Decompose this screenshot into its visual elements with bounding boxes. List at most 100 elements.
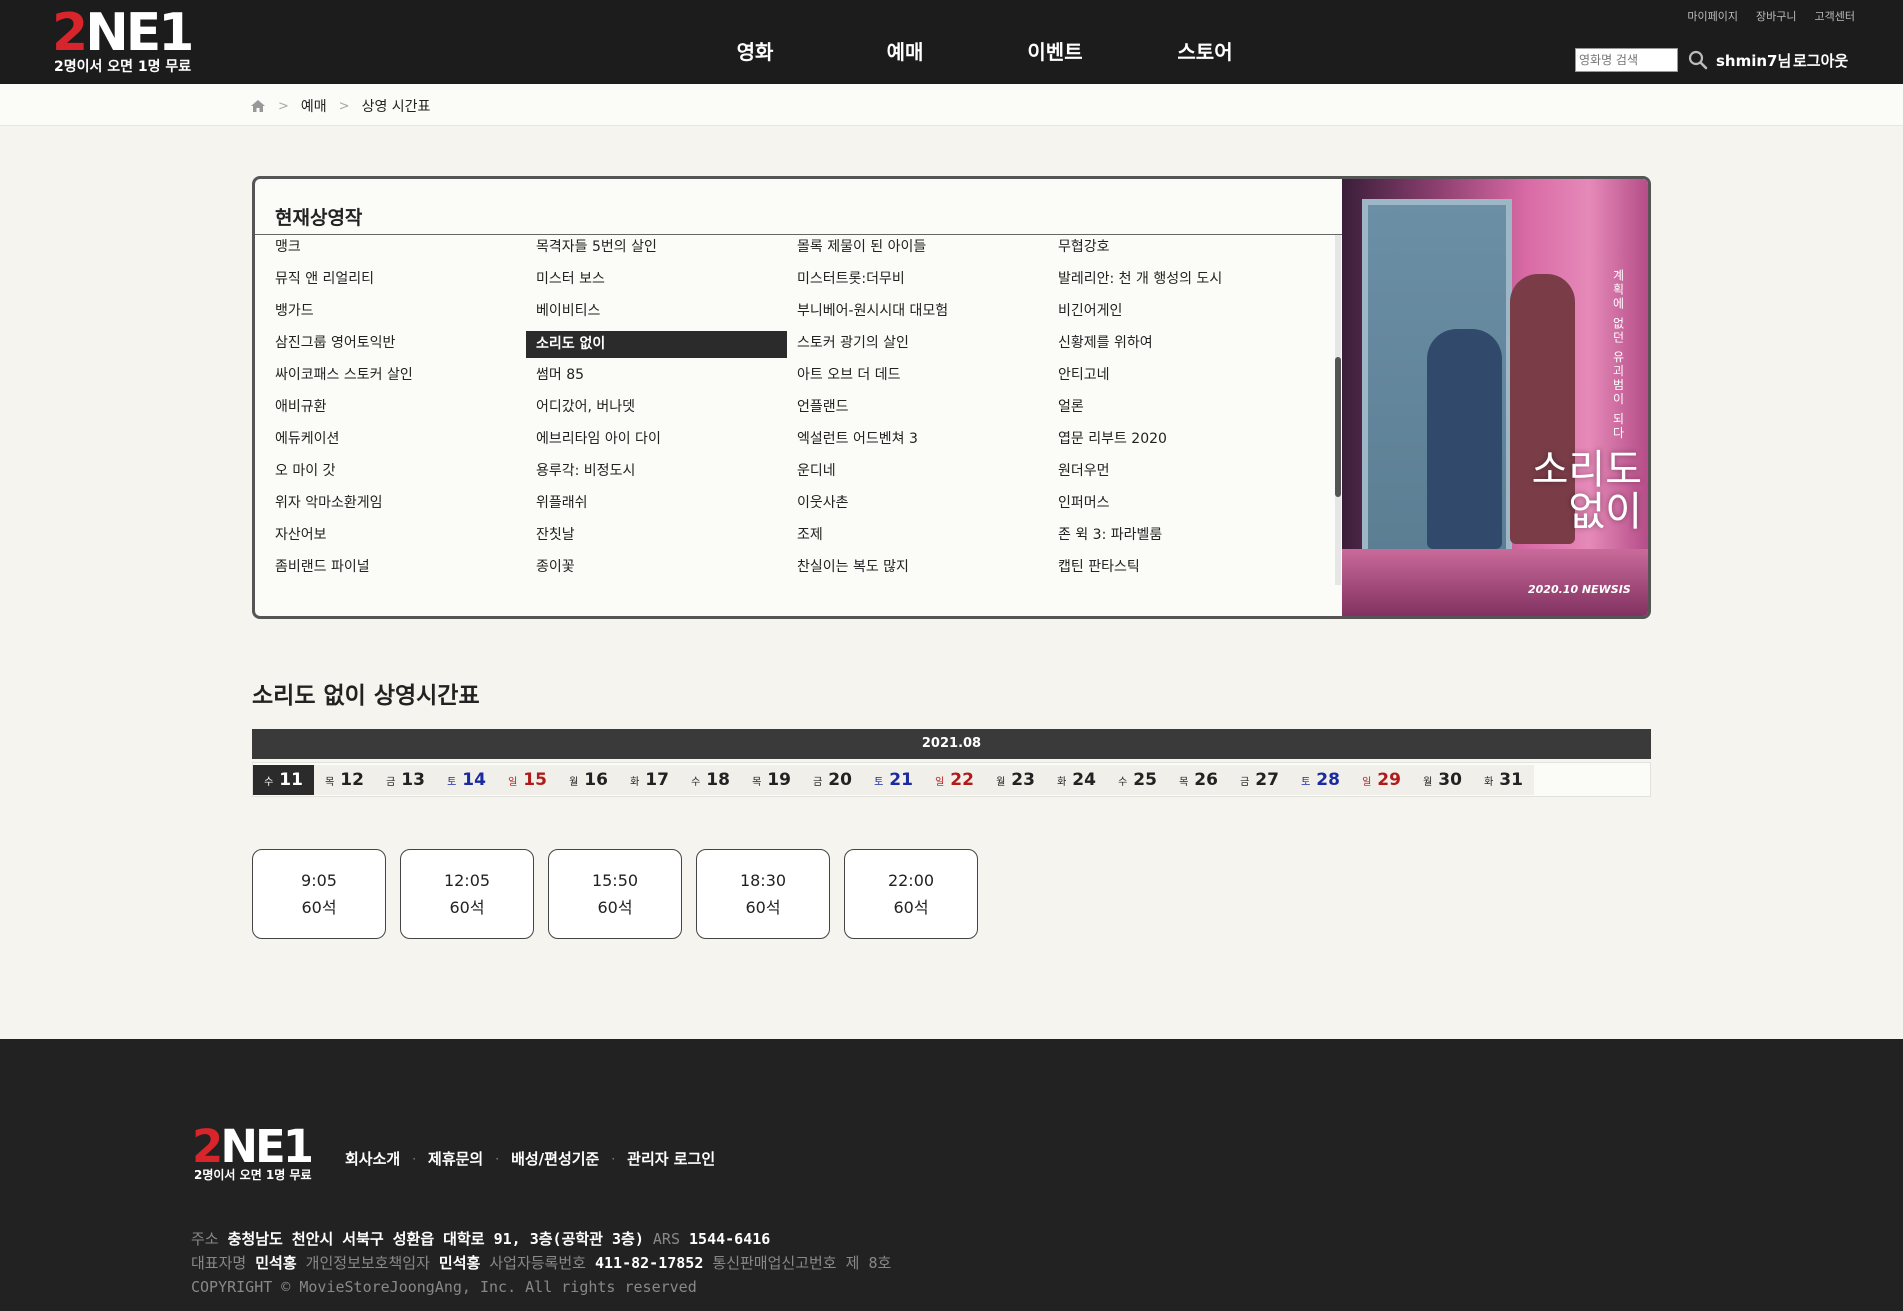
- scrollbar-thumb[interactable]: [1335, 357, 1341, 497]
- nav-item-movie[interactable]: 영화: [680, 36, 830, 65]
- date-cell[interactable]: 금 27: [1229, 765, 1290, 795]
- date-cell[interactable]: 목 26: [1168, 765, 1229, 795]
- movie-list-item[interactable]: 엽문 리부트 2020: [1058, 425, 1319, 457]
- date-cell[interactable]: 수 25: [1107, 765, 1168, 795]
- movie-list-item[interactable]: 몰록 제물이 된 아이들: [797, 235, 1058, 265]
- nav-item-event[interactable]: 이벤트: [980, 36, 1130, 65]
- showtime-button[interactable]: 9:05 60석: [252, 849, 386, 939]
- movie-list-item[interactable]: 삼진그룹 영어토익반: [275, 329, 536, 361]
- movie-list-item[interactable]: 뱅가드: [275, 297, 536, 329]
- movie-list-item[interactable]: 싸이코패스 스토커 살인: [275, 361, 536, 393]
- date-weekday: 일: [508, 776, 518, 788]
- movie-list-item[interactable]: 소리도 없이: [526, 331, 787, 358]
- site-logo[interactable]: 2NE1 2명이서 오면 1명 무료: [52, 6, 202, 76]
- movie-list-item[interactable]: 오 마이 갓: [275, 457, 536, 489]
- date-cell[interactable]: 목 19: [741, 765, 802, 795]
- date-day: 31: [1499, 770, 1523, 790]
- cart-link[interactable]: 장바구니: [1756, 8, 1796, 24]
- date-cell[interactable]: 토 21: [863, 765, 924, 795]
- movie-list-item[interactable]: 위자 악마소환게임: [275, 489, 536, 521]
- movie-list-item[interactable]: 잔칫날: [536, 521, 797, 553]
- movie-list-item[interactable]: 엑설런트 어드벤쳐 3: [797, 425, 1058, 457]
- search-icon[interactable]: [1688, 50, 1708, 70]
- date-cell[interactable]: 화 31: [1473, 765, 1534, 795]
- date-cell[interactable]: 화 17: [619, 765, 680, 795]
- date-cell[interactable]: 일 15: [497, 765, 558, 795]
- movie-list-item[interactable]: 캡틴 판타스틱: [1058, 553, 1319, 585]
- showtime-seats: 60석: [597, 897, 633, 917]
- movie-list-item[interactable]: 좀비랜드 파이널: [275, 553, 536, 585]
- footer-ars: 1544-6416: [689, 1230, 771, 1248]
- footer-link-partnership[interactable]: 제휴문의: [428, 1148, 483, 1169]
- date-day: 21: [889, 770, 913, 790]
- movie-list-item[interactable]: 자산어보: [275, 521, 536, 553]
- movie-list-item[interactable]: 미스터 보스: [536, 265, 797, 297]
- movie-list-item[interactable]: 뮤직 앤 리얼리티: [275, 265, 536, 297]
- logout-button[interactable]: 로그아웃: [1793, 50, 1848, 71]
- movie-list-item[interactable]: 썸머 85: [536, 361, 797, 393]
- movie-list-item[interactable]: 목격자들 5번의 살인: [536, 235, 797, 265]
- movie-list-item[interactable]: 찬실이는 복도 많지: [797, 553, 1058, 585]
- movie-list-item[interactable]: 인퍼머스: [1058, 489, 1319, 521]
- utility-links: 마이페이지 장바구니 고객센터: [1687, 8, 1855, 24]
- showtime-time: 9:05: [301, 870, 337, 890]
- movie-list-item[interactable]: 신황제를 위하여: [1058, 329, 1319, 361]
- movie-list-item[interactable]: 에브리타임 아이 다이: [536, 425, 797, 457]
- movie-list-scrollbar[interactable]: [1335, 235, 1341, 585]
- movie-list-item[interactable]: 어디갔어, 버나뎃: [536, 393, 797, 425]
- home-icon[interactable]: [250, 99, 266, 113]
- movie-list-item[interactable]: 비긴어게인: [1058, 297, 1319, 329]
- footer-link-policy[interactable]: 배성/편성기준: [511, 1148, 599, 1169]
- movie-list-item[interactable]: 원더우먼: [1058, 457, 1319, 489]
- date-cell[interactable]: 금 20: [802, 765, 863, 795]
- movie-list-item[interactable]: 위플래쉬: [536, 489, 797, 521]
- date-cell[interactable]: 토 28: [1290, 765, 1351, 795]
- date-day: 26: [1194, 770, 1218, 790]
- movie-list-item[interactable]: 발레리안: 천 개 행성의 도시: [1058, 265, 1319, 297]
- date-cell[interactable]: 수 18: [680, 765, 741, 795]
- breadcrumb-item-booking[interactable]: 예매: [301, 96, 327, 116]
- showtime-button[interactable]: 12:05 60석: [400, 849, 534, 939]
- movie-list-item[interactable]: 얼론: [1058, 393, 1319, 425]
- movie-list-item[interactable]: 운디네: [797, 457, 1058, 489]
- date-cell[interactable]: 금 13: [375, 765, 436, 795]
- user-name: shmin7님: [1716, 52, 1792, 70]
- date-cell[interactable]: 화 24: [1046, 765, 1107, 795]
- movie-list-item[interactable]: 맹크: [275, 235, 536, 265]
- breadcrumb-item-showtimes[interactable]: 상영 시간표: [362, 96, 431, 116]
- movie-list-item[interactable]: 미스터트롯:더무비: [797, 265, 1058, 297]
- movie-list-item[interactable]: 스토커 광기의 살인: [797, 329, 1058, 361]
- date-cell[interactable]: 목 12: [314, 765, 375, 795]
- movie-list-item[interactable]: 무협강호: [1058, 235, 1319, 265]
- showtime-button[interactable]: 22:00 60석: [844, 849, 978, 939]
- date-cell[interactable]: 일 22: [924, 765, 985, 795]
- footer-link-about[interactable]: 회사소개: [345, 1148, 400, 1169]
- movie-list-item[interactable]: 이웃사촌: [797, 489, 1058, 521]
- movie-list-item[interactable]: 안티고네: [1058, 361, 1319, 393]
- movie-list-item[interactable]: 종이꽃: [536, 553, 797, 585]
- date-cell[interactable]: 수 11: [253, 765, 314, 795]
- showtime-button[interactable]: 15:50 60석: [548, 849, 682, 939]
- movie-list-item[interactable]: 용루각: 비정도시: [536, 457, 797, 489]
- showtime-button[interactable]: 18:30 60석: [696, 849, 830, 939]
- nav-item-booking[interactable]: 예매: [830, 36, 980, 65]
- nav-item-store[interactable]: 스토어: [1130, 36, 1280, 65]
- footer-logo[interactable]: 2NE1 2명이서 오면 1명 무료: [192, 1124, 322, 1184]
- date-cell[interactable]: 일 29: [1351, 765, 1412, 795]
- movie-list-item[interactable]: 존 윅 3: 파라벨룸: [1058, 521, 1319, 553]
- movie-list-item[interactable]: 베이비티스: [536, 297, 797, 329]
- search-input[interactable]: [1575, 48, 1678, 72]
- movie-list-item[interactable]: 애비규환: [275, 393, 536, 425]
- movie-list-item[interactable]: 부니베어-원시시대 대모험: [797, 297, 1058, 329]
- customer-center-link[interactable]: 고객센터: [1815, 8, 1855, 24]
- footer-link-admin-login[interactable]: 관리자 로그인: [627, 1148, 715, 1169]
- movie-list-item[interactable]: 조제: [797, 521, 1058, 553]
- date-cell[interactable]: 월 16: [558, 765, 619, 795]
- movie-list-item[interactable]: 에듀케이션: [275, 425, 536, 457]
- date-cell[interactable]: 토 14: [436, 765, 497, 795]
- movie-list-item[interactable]: 아트 오브 더 데드: [797, 361, 1058, 393]
- date-cell[interactable]: 월 30: [1412, 765, 1473, 795]
- date-cell[interactable]: 월 23: [985, 765, 1046, 795]
- mypage-link[interactable]: 마이페이지: [1687, 8, 1738, 24]
- movie-list-item[interactable]: 언플랜드: [797, 393, 1058, 425]
